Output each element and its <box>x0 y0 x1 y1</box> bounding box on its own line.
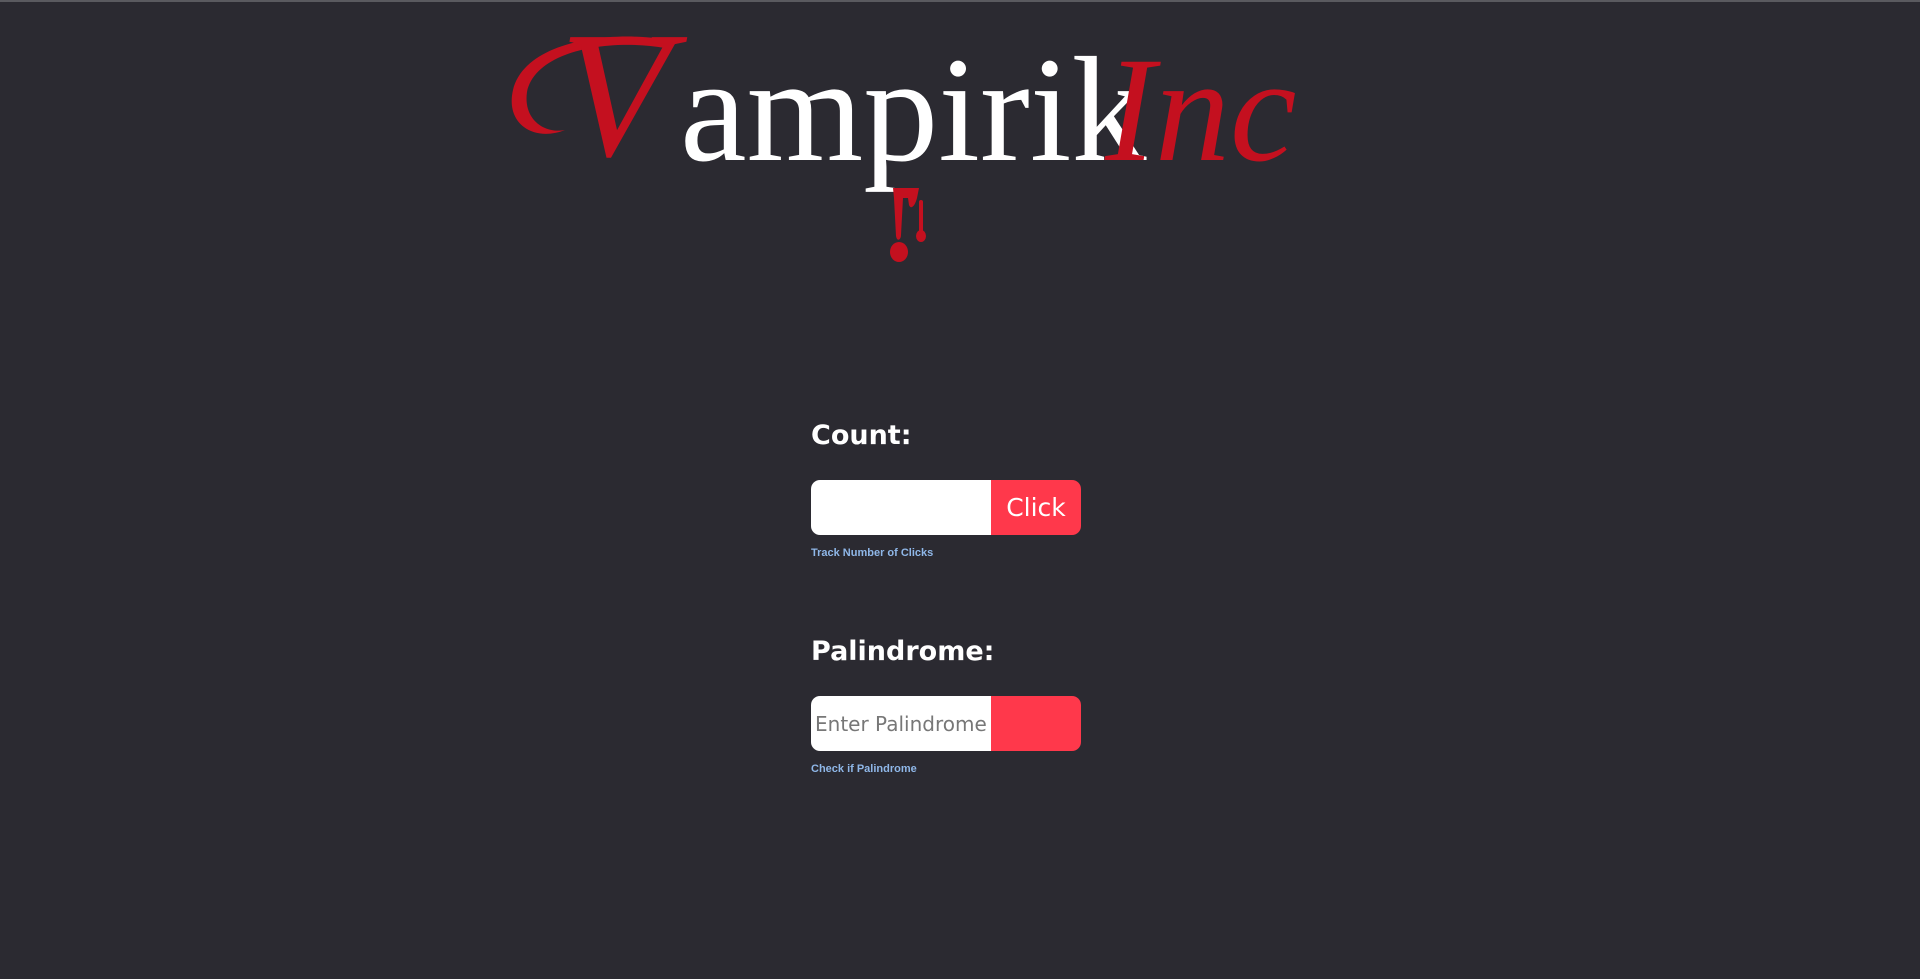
blood-drip-icon <box>890 188 926 262</box>
palindrome-input-group <box>811 696 1081 751</box>
count-section: Count: Click Track Number of Clicks <box>811 416 1083 559</box>
logo-graphic: V ampirik Inc <box>511 0 1297 262</box>
vampirik-logo: V ampirik Inc <box>505 0 1445 270</box>
palindrome-helper-text: Check if Palindrome <box>811 763 917 775</box>
palindrome-title: Palindrome: <box>811 636 995 667</box>
palindrome-section: Palindrome: Check if Palindrome <box>811 632 1083 775</box>
click-button[interactable]: Click <box>991 480 1081 535</box>
count-input-group: Click <box>811 480 1081 535</box>
count-input[interactable] <box>811 480 991 535</box>
count-helper-text: Track Number of Clicks <box>811 547 934 559</box>
palindrome-input[interactable] <box>811 696 991 751</box>
palindrome-check-button[interactable] <box>991 696 1081 751</box>
page: V ampirik Inc Count: Click Track Number … <box>0 0 1920 979</box>
logo-word: ampirik <box>680 27 1147 193</box>
logo-inc: Inc <box>1104 27 1297 193</box>
count-title: Count: <box>811 420 912 451</box>
logo-initial: V <box>560 0 688 194</box>
